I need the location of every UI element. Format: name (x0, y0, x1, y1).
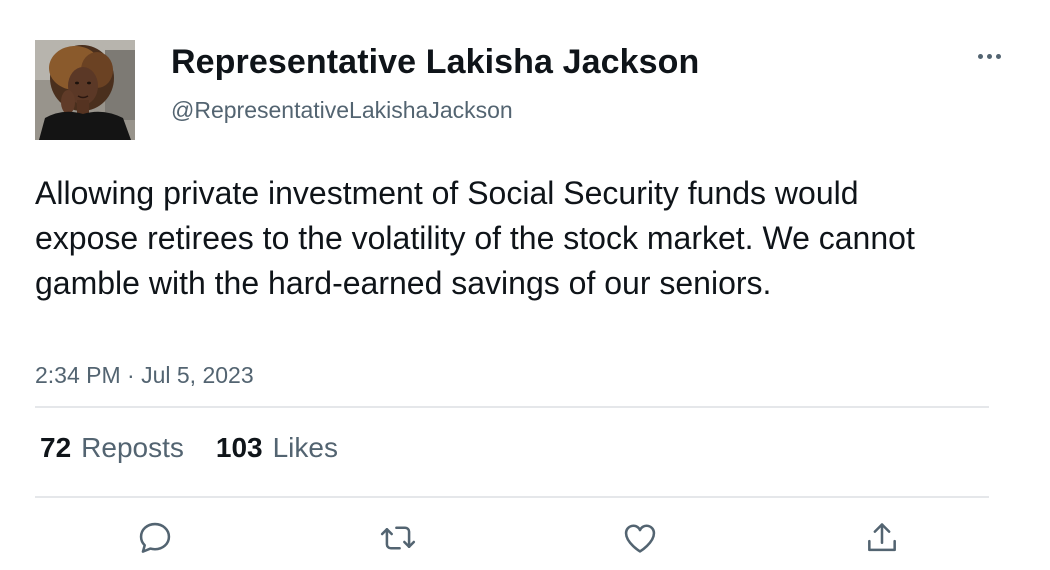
reposts-count: 72 (40, 432, 72, 463)
tweet-card: Representative Lakisha Jackson @Represen… (0, 0, 1050, 570)
more-icon-dot (995, 53, 1001, 59)
reply-button[interactable] (135, 518, 175, 558)
more-icon (977, 53, 983, 59)
divider (35, 496, 989, 498)
share-button[interactable] (862, 518, 902, 558)
more-options-button[interactable] (970, 46, 1008, 66)
reposts-stat[interactable]: 72 Reposts (40, 432, 184, 464)
reposts-label: Reposts (81, 432, 184, 463)
likes-count: 103 (215, 432, 263, 463)
reply-icon (139, 522, 171, 553)
repost-button[interactable] (378, 518, 418, 558)
user-handle[interactable]: @RepresentativeLakishaJackson (171, 97, 513, 124)
tweet-timestamp[interactable]: 2:34 PM · Jul 5, 2023 (35, 362, 254, 389)
divider (35, 406, 989, 408)
share-icon (868, 523, 896, 552)
repost-icon (380, 526, 416, 550)
likes-stat[interactable]: 103 Likes (216, 432, 338, 464)
avatar-photo (35, 40, 135, 140)
like-icon (624, 524, 656, 553)
avatar[interactable] (35, 40, 135, 140)
more-icon-dot (986, 53, 992, 59)
tweet-text: Allowing private investment of Social Se… (35, 175, 915, 301)
likes-label: Likes (272, 432, 338, 463)
engagement-stats: 72 Reposts 103 Likes (40, 432, 338, 464)
display-name[interactable]: Representative Lakisha Jackson (171, 43, 699, 82)
like-button[interactable] (620, 518, 660, 558)
